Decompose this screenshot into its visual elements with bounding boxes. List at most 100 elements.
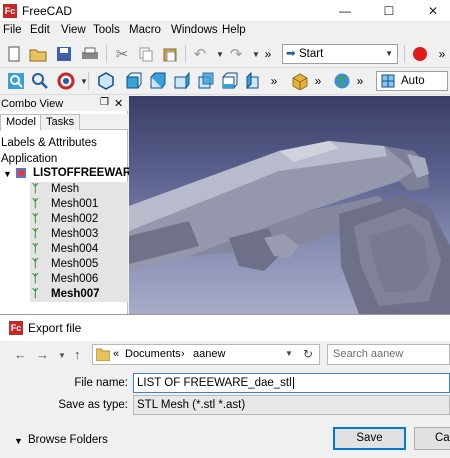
- address-bar[interactable]: « Documents › aanew ▼ ↻: [92, 344, 320, 365]
- menu-help[interactable]: Help: [222, 24, 246, 36]
- view-mode-label: Auto: [401, 75, 425, 87]
- up-arrow-icon[interactable]: ↑: [74, 347, 81, 362]
- record-macro-icon[interactable]: [410, 44, 430, 64]
- copy-icon[interactable]: [136, 44, 156, 64]
- labels-attributes-header: Labels & Attributes: [1, 137, 97, 149]
- cut-icon[interactable]: ✂: [112, 44, 132, 64]
- new-document-icon[interactable]: [4, 44, 24, 64]
- breadcrumb-aanew[interactable]: aanew: [193, 348, 225, 360]
- maximize-button[interactable]: ☐: [374, 0, 404, 22]
- search-box[interactable]: Search aanew: [327, 344, 450, 365]
- menu-file[interactable]: File: [3, 24, 22, 36]
- fit-selection-icon[interactable]: [30, 71, 50, 91]
- breadcrumb-documents[interactable]: Documents: [125, 348, 181, 360]
- view-mode-selector[interactable]: Auto: [376, 71, 448, 91]
- chevron-down-icon[interactable]: ▼: [74, 71, 94, 91]
- tree-item-mesh007[interactable]: ᛉ Mesh007: [30, 287, 128, 302]
- more-chevron-icon[interactable]: »: [258, 44, 278, 64]
- combo-view-header: Combo View ❐ ✕: [0, 96, 128, 111]
- folder-icon: [95, 348, 111, 362]
- back-arrow-icon[interactable]: ←: [14, 347, 27, 362]
- tree-item-mesh[interactable]: ᛉ Mesh: [30, 182, 128, 197]
- combo-view-panel: Combo View ❐ ✕ Model Tasks Labels & Attr…: [0, 96, 145, 314]
- chevron-down-icon: ▼: [385, 49, 393, 58]
- mesh-icon: ᛉ: [32, 258, 39, 270]
- rear-view-icon[interactable]: [196, 71, 216, 91]
- tree-item-mesh004[interactable]: ᛉ Mesh004: [30, 242, 128, 257]
- combo-view-tabs: Model Tasks: [0, 114, 128, 131]
- menu-view[interactable]: View: [61, 24, 86, 36]
- toolbar-file: ✂ ↶ ▼ ↷ ▼ » ➡ Start ▼ »: [0, 41, 450, 68]
- workbench-selector[interactable]: ➡ Start ▼: [282, 44, 398, 64]
- refresh-icon[interactable]: ↻: [303, 347, 313, 361]
- file-name-input[interactable]: LIST OF FREEWARE_dae_stl: [133, 373, 450, 393]
- bottom-view-icon[interactable]: [220, 71, 240, 91]
- draw-style-icon[interactable]: [56, 71, 76, 91]
- tree-item-mesh006[interactable]: ᛉ Mesh006: [30, 272, 128, 287]
- browse-folders-toggle[interactable]: Browse Folders: [28, 434, 108, 446]
- freecad-logo-icon: Fc: [9, 321, 23, 335]
- arrow-right-icon: ➡: [286, 48, 296, 60]
- menu-macro[interactable]: Macro: [129, 24, 161, 36]
- pistol-mesh-model: [129, 141, 450, 314]
- chevron-down-icon[interactable]: ▼: [14, 436, 23, 446]
- close-icon[interactable]: ✕: [114, 97, 123, 110]
- menu-bar: File Edit View Tools Macro Windows Help: [0, 22, 450, 41]
- mesh-icon: ᛉ: [32, 288, 39, 300]
- save-button[interactable]: Save: [333, 427, 406, 450]
- recent-dropdown-icon[interactable]: ▼: [58, 351, 66, 360]
- toolbar-view: ▼ » » » Auto: [0, 68, 450, 95]
- fit-all-icon[interactable]: [6, 71, 26, 91]
- more-chevron-icon[interactable]: »: [350, 71, 370, 91]
- tab-model[interactable]: Model: [0, 114, 42, 131]
- close-button[interactable]: ✕: [418, 0, 448, 22]
- print-icon[interactable]: [80, 44, 100, 64]
- web-globe-icon[interactable]: [332, 71, 352, 91]
- mesh-icon: ᛉ: [32, 228, 39, 240]
- front-view-icon[interactable]: [124, 71, 144, 91]
- tree-item-mesh005[interactable]: ᛉ Mesh005: [30, 257, 128, 272]
- cube-grid-icon: [381, 74, 395, 88]
- right-view-icon[interactable]: [172, 71, 192, 91]
- menu-edit[interactable]: Edit: [30, 24, 50, 36]
- tree-item-mesh002[interactable]: ᛉ Mesh002: [30, 212, 128, 227]
- menu-windows[interactable]: Windows: [171, 24, 218, 36]
- minimize-button[interactable]: —: [330, 0, 360, 22]
- document-icon: [15, 167, 27, 179]
- open-folder-icon[interactable]: [28, 44, 48, 64]
- save-as-type-label: Save as type:: [58, 399, 128, 411]
- more-chevron-icon[interactable]: »: [432, 44, 450, 64]
- 3d-viewport[interactable]: [129, 96, 450, 314]
- file-name-label: File name:: [74, 377, 128, 389]
- menu-tools[interactable]: Tools: [93, 24, 120, 36]
- save-as-type-select[interactable]: STL Mesh (*.stl *.ast): [133, 395, 450, 415]
- redo-icon[interactable]: ↷: [226, 44, 246, 64]
- window-title: FreeCAD: [22, 4, 73, 18]
- left-view-icon[interactable]: [244, 71, 264, 91]
- title-bar: Fc FreeCAD — ☐ ✕: [0, 0, 450, 22]
- tree-expand-icon[interactable]: ▼: [3, 169, 12, 179]
- cancel-button[interactable]: Ca: [414, 427, 450, 450]
- tab-tasks[interactable]: Tasks: [40, 114, 81, 130]
- save-icon[interactable]: [54, 44, 74, 64]
- workbench-label: Start: [299, 48, 324, 60]
- mesh-icon: ᛉ: [32, 183, 39, 195]
- mesh-icon: ᛉ: [32, 243, 39, 255]
- application-node[interactable]: Application: [1, 153, 57, 165]
- undo-icon[interactable]: ↶: [190, 44, 210, 64]
- forward-arrow-icon[interactable]: →: [36, 347, 49, 362]
- chevron-down-icon[interactable]: ▼: [285, 349, 293, 358]
- search-input[interactable]: Search aanew: [333, 348, 403, 360]
- dialog-title-bar: Fc Export file: [0, 315, 450, 341]
- more-chevron-icon[interactable]: »: [264, 71, 284, 91]
- breadcrumb-overflow[interactable]: «: [113, 348, 119, 360]
- tree-item-mesh003[interactable]: ᛉ Mesh003: [30, 227, 128, 242]
- paste-icon[interactable]: [160, 44, 180, 64]
- more-chevron-icon[interactable]: »: [308, 71, 328, 91]
- top-view-icon[interactable]: [148, 71, 168, 91]
- undock-icon[interactable]: ❐: [100, 97, 109, 108]
- tree-item-mesh001[interactable]: ᛉ Mesh001: [30, 197, 128, 212]
- part-box-icon[interactable]: [290, 71, 310, 91]
- freecad-logo-icon: Fc: [3, 4, 17, 18]
- isometric-view-icon[interactable]: [96, 71, 116, 91]
